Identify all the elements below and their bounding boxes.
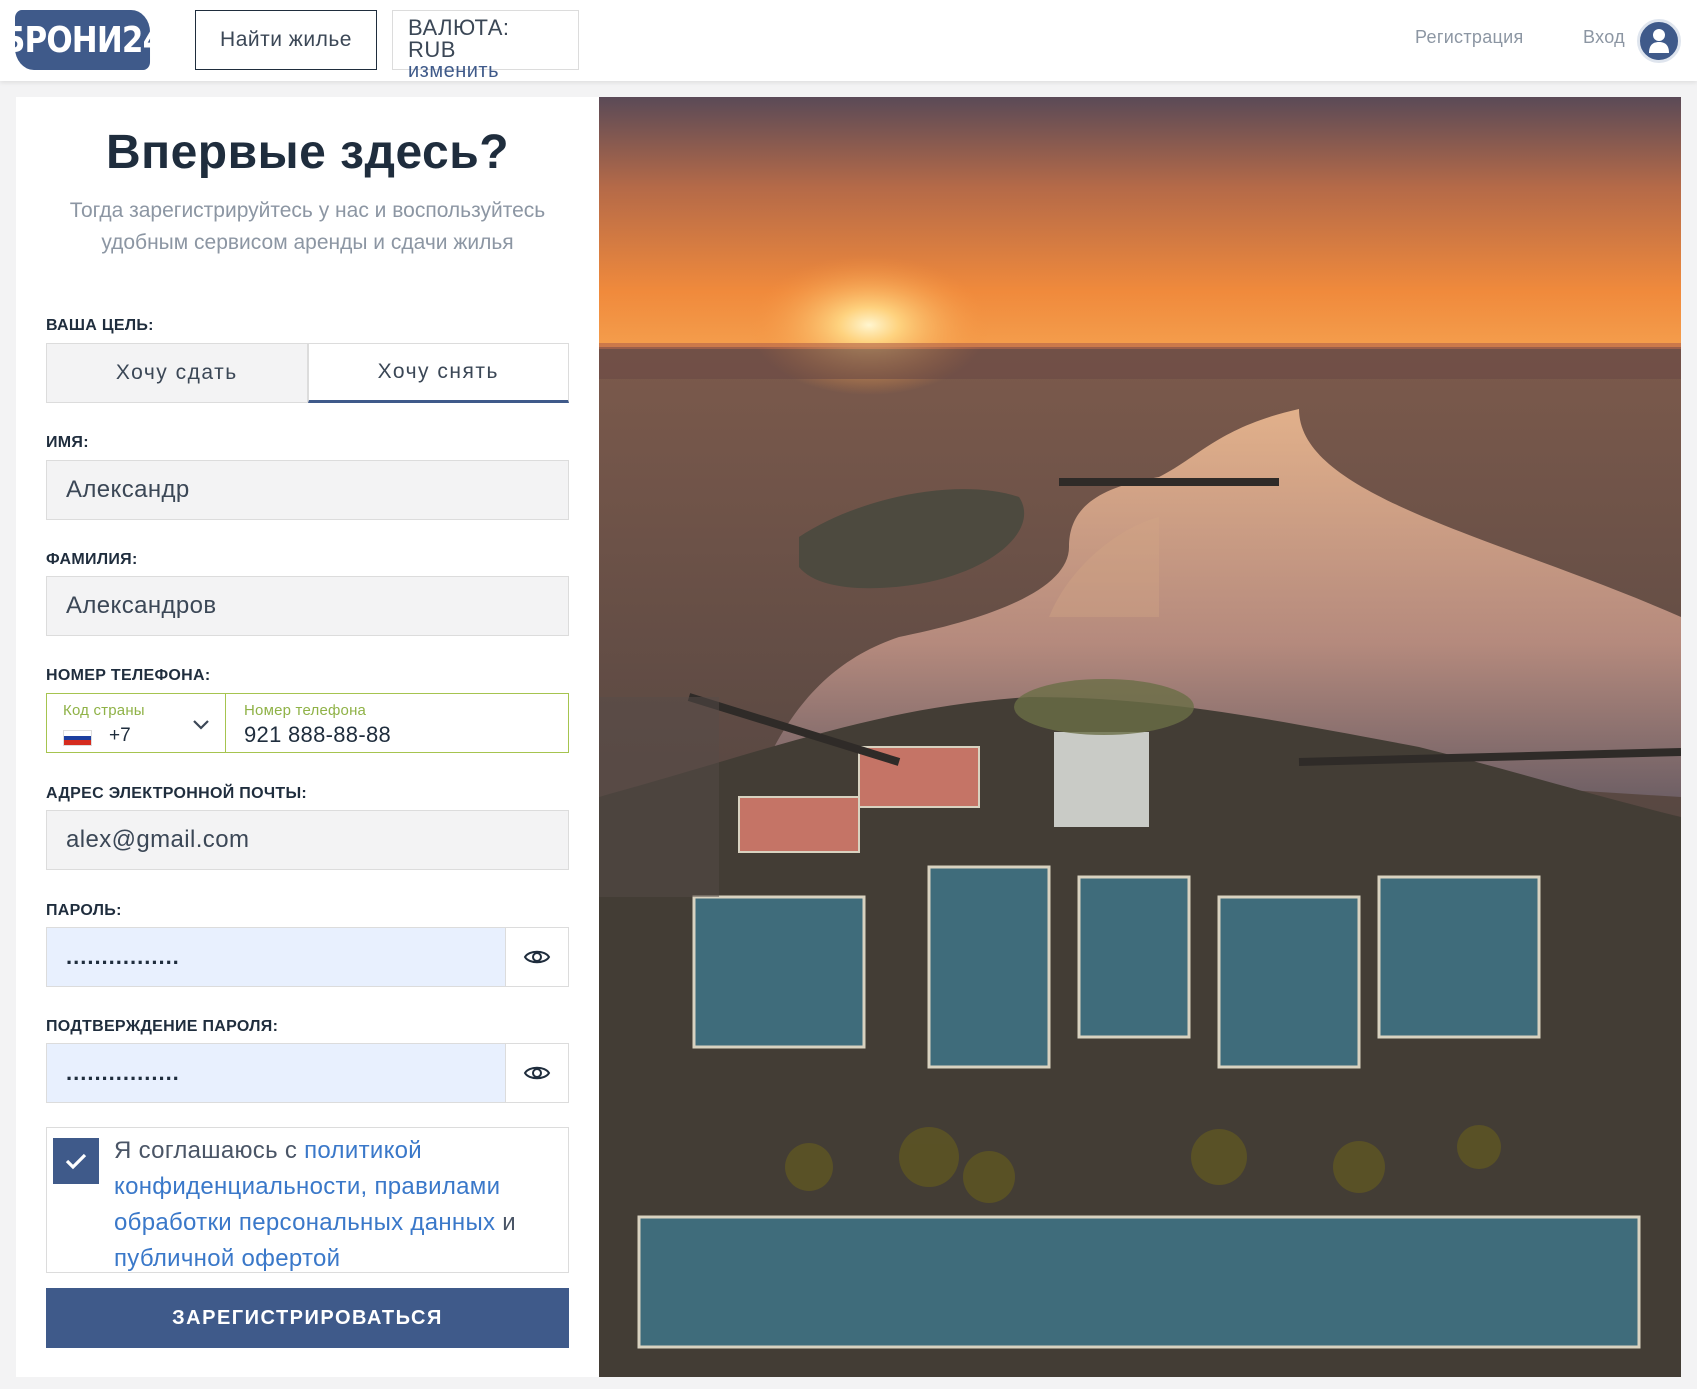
register-link[interactable]: Регистрация xyxy=(1415,27,1524,48)
password-confirm-field: ................ xyxy=(46,1043,569,1103)
phone-number-input[interactable]: Номер телефона 921 888-88-88 xyxy=(226,694,568,752)
registration-form: Впервые здесь? Тогда зарегистрируйтесь у… xyxy=(16,97,599,1377)
agreement-text: Я соглашаюсь с политикой конфиденциально… xyxy=(114,1133,564,1277)
form-title: Впервые здесь? xyxy=(105,126,510,179)
phone-number-label: Номер телефона xyxy=(244,702,367,719)
agreement-box: Я соглашаюсь с политикой конфиденциально… xyxy=(46,1127,569,1273)
currency-label: ВАЛЮТА: RUB xyxy=(408,15,510,62)
email-label: АДРЕС ЭЛЕКТРОННОЙ ПОЧТЫ: xyxy=(46,785,308,802)
russia-flag-icon xyxy=(63,730,92,746)
goal-option-rent[interactable]: Хочу снять xyxy=(307,343,569,403)
country-code-value: +7 xyxy=(109,725,131,746)
currency-selector[interactable]: ВАЛЮТА: RUB изменить xyxy=(392,10,579,82)
goal-toggle: Хочу сдать Хочу снять xyxy=(46,343,569,403)
register-submit-button[interactable]: ЗАРЕГИСТРИРОВАТЬСЯ xyxy=(46,1288,569,1348)
first-name-input[interactable]: Александр xyxy=(46,460,569,520)
checkmark-icon xyxy=(65,1153,87,1170)
password-visibility-toggle[interactable] xyxy=(505,928,568,986)
city-aerial-photo xyxy=(599,97,1681,1377)
public-offer-link[interactable]: публичной офертой xyxy=(114,1245,340,1272)
country-code-select[interactable]: Код страны +7 xyxy=(47,694,226,752)
eye-icon xyxy=(523,950,551,964)
first-name-label: ИМЯ: xyxy=(46,434,89,451)
password-confirm-visibility-toggle[interactable] xyxy=(505,1044,568,1102)
eye-icon xyxy=(523,1066,551,1080)
password-confirm-label: ПОДТВЕРЖДЕНИЕ ПАРОЛЯ: xyxy=(46,1018,279,1035)
agreement-separator: , xyxy=(360,1173,375,1200)
goal-label: ВАША ЦЕЛЬ: xyxy=(46,317,154,334)
user-avatar[interactable] xyxy=(1637,19,1681,63)
phone-field: Код страны +7 Номер телефона 921 888-88-… xyxy=(46,693,569,753)
login-link[interactable]: Вход xyxy=(1583,27,1625,48)
agreement-checkbox[interactable] xyxy=(53,1138,99,1184)
country-code-label: Код страны xyxy=(63,702,145,719)
phone-number-value: 921 888-88-88 xyxy=(244,722,392,747)
password-field: ................ xyxy=(46,927,569,987)
find-housing-button[interactable]: Найти жилье xyxy=(195,10,377,70)
password-label: ПАРОЛЬ: xyxy=(46,902,122,919)
phone-label: НОМЕР ТЕЛЕФОНА: xyxy=(46,667,211,684)
logo-text: БРОНИ24 xyxy=(1,19,164,61)
agreement-text-before: Я соглашаюсь с xyxy=(114,1137,305,1164)
chevron-down-icon xyxy=(193,720,209,730)
user-icon xyxy=(1649,29,1669,53)
agreement-text-and: и xyxy=(495,1209,517,1236)
top-header: БРОНИ24 Найти жилье ВАЛЮТА: RUB изменить… xyxy=(0,0,1697,82)
goal-option-rent-out[interactable]: Хочу сдать xyxy=(46,343,308,403)
currency-change-link[interactable]: изменить xyxy=(408,61,563,82)
form-subtitle: Тогда зарегистрируйтесь у нас и воспольз… xyxy=(69,199,546,254)
password-confirm-input[interactable]: ................ xyxy=(47,1044,505,1102)
city-aerial-image xyxy=(599,97,1681,1377)
password-input[interactable]: ................ xyxy=(47,928,505,986)
email-input[interactable]: alex@gmail.com xyxy=(46,810,569,870)
last-name-input[interactable]: Александров xyxy=(46,576,569,636)
site-logo[interactable]: БРОНИ24 xyxy=(2,10,164,70)
last-name-label: ФАМИЛИЯ: xyxy=(46,551,138,568)
